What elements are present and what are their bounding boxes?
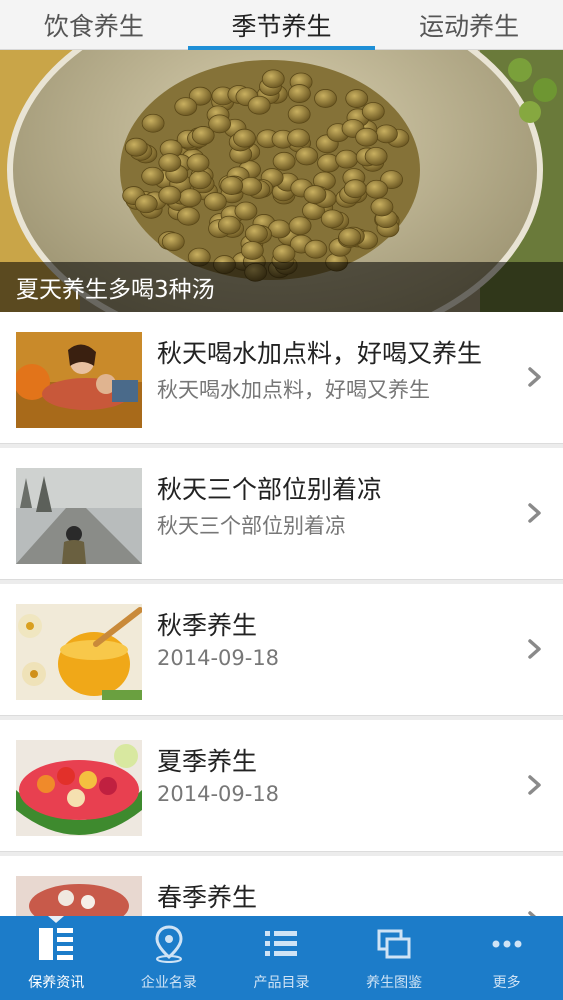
more-dots-icon [492, 940, 522, 948]
nav-label: 保养资讯 [28, 975, 85, 991]
couple-autumn-thumbnail [16, 332, 142, 428]
gallery-icon [377, 929, 411, 959]
nav-label: 养生图鉴 [366, 975, 423, 991]
nav-catalog[interactable]: 产品目录 [225, 916, 338, 1000]
item-subtitle: 秋天喝水加点料，好喝又养生 [157, 378, 430, 402]
location-pin-icon [155, 925, 183, 963]
nav-news[interactable]: 保养资讯 [0, 916, 113, 1000]
chevron-right-icon [528, 911, 537, 916]
article-list: 秋天喝水加点料，好喝又养生 秋天喝水加点料，好喝又养生 秋天三个部位别着凉 秋天… [0, 312, 563, 916]
list-item[interactable]: 夏季养生 2014-09-18 [0, 720, 563, 852]
category-tabs: 饮食养生 季节养生 运动养生 [0, 0, 563, 50]
nav-label: 产品目录 [253, 975, 310, 991]
chevron-right-icon [528, 367, 541, 387]
nav-companies[interactable]: 企业名录 [113, 916, 226, 1000]
item-title: 秋天喝水加点料，好喝又养生 [157, 339, 483, 368]
chevron-right-icon [528, 775, 541, 795]
tab-exercise[interactable]: 运动养生 [375, 0, 563, 50]
nav-more[interactable]: 更多 [450, 916, 563, 1000]
watermelon-fruit-thumbnail [16, 740, 142, 836]
item-title: 秋天三个部位别着凉 [157, 475, 383, 504]
nav-label: 更多 [492, 975, 521, 991]
list-item[interactable]: 秋季养生 2014-09-18 [0, 584, 563, 716]
list-item[interactable]: 秋天三个部位别着凉 秋天三个部位别着凉 [0, 448, 563, 580]
nav-gallery[interactable]: 养生图鉴 [338, 916, 451, 1000]
nav-label: 企业名录 [140, 975, 197, 991]
catalog-list-icon [265, 931, 298, 956]
misty-street-thumbnail [16, 468, 142, 564]
honey-jar-thumbnail [16, 604, 142, 700]
bottom-navigation: 保养资讯 企业名录 产品目录 养生图鉴 更多 [0, 916, 563, 1000]
item-subtitle: 秋天三个部位别着凉 [157, 514, 346, 538]
tab-season[interactable]: 季节养生 [187, 0, 376, 50]
featured-banner[interactable]: 夏天养生多喝3种汤 [0, 50, 563, 312]
list-item[interactable]: 春季养生 [0, 856, 563, 916]
list-item[interactable]: 秋天喝水加点料，好喝又养生 秋天喝水加点料，好喝又养生 [0, 312, 563, 444]
banner-caption: 夏天养生多喝3种汤 [0, 262, 563, 312]
item-title: 春季养生 [157, 883, 258, 912]
chevron-right-icon [528, 639, 541, 659]
item-subtitle: 2014-09-18 [157, 782, 280, 806]
chevron-right-icon [528, 503, 541, 523]
news-list-icon [39, 928, 74, 960]
item-title: 秋季养生 [157, 611, 258, 640]
tab-diet[interactable]: 饮食养生 [0, 0, 188, 50]
item-title: 夏季养生 [157, 747, 258, 776]
item-subtitle: 2014-09-18 [157, 646, 280, 670]
spring-dish-thumbnail [16, 876, 142, 916]
